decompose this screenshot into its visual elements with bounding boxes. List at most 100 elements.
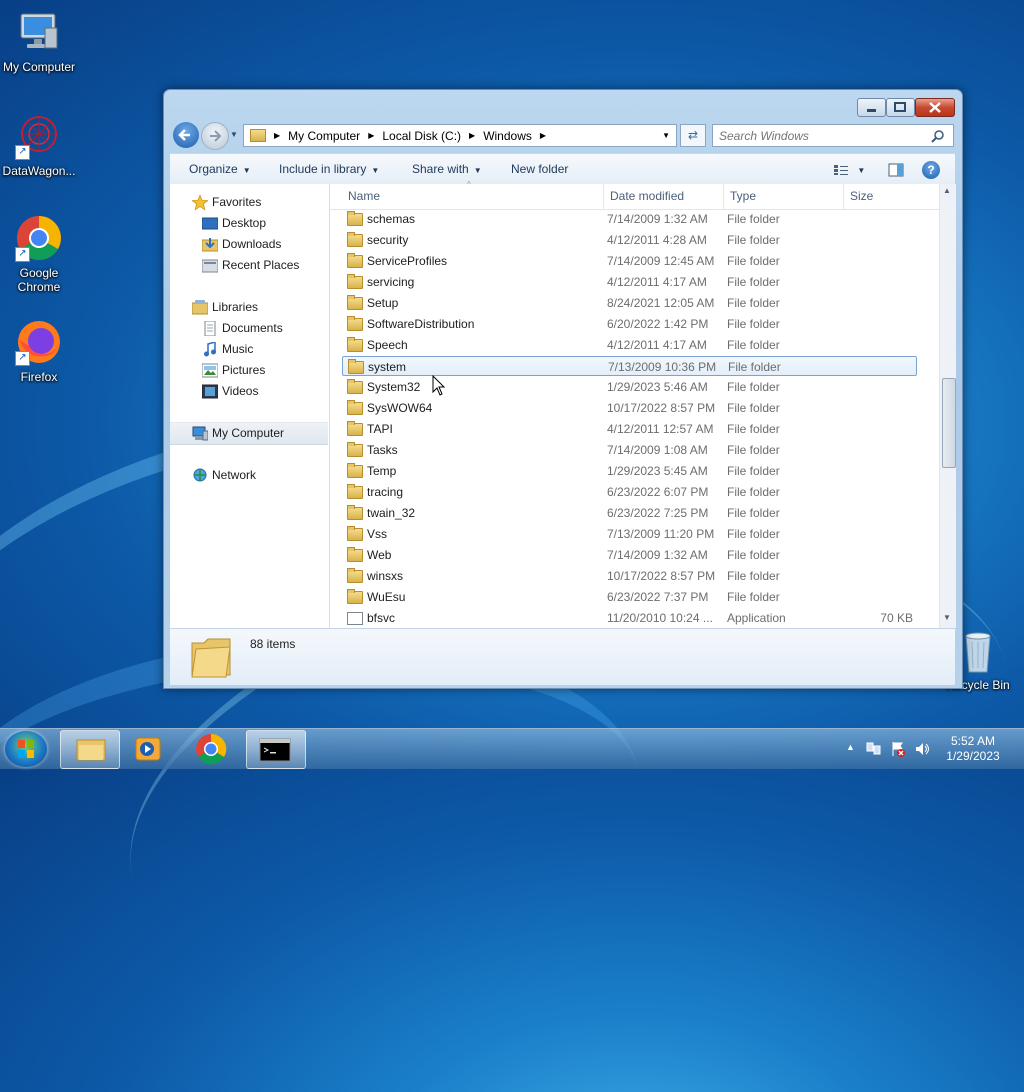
nav-favorites[interactable]: Favorites: [170, 192, 328, 213]
nav-documents[interactable]: Documents: [170, 318, 328, 339]
breadcrumb-local-disk[interactable]: Local Disk (C:): [382, 129, 461, 143]
file-row[interactable]: tracing 6/23/2022 6:07 PM File folder: [342, 482, 917, 502]
file-name: bfsvc: [367, 611, 396, 625]
media-player-icon: [135, 737, 161, 761]
close-button[interactable]: [915, 98, 955, 117]
file-type: File folder: [727, 443, 780, 457]
libraries-icon: [192, 300, 208, 315]
preview-pane-button[interactable]: [888, 154, 904, 185]
vertical-scrollbar[interactable]: ▲ ▼: [939, 184, 956, 628]
file-date: 6/20/2022 1:42 PM: [607, 317, 709, 331]
address-dropdown-icon[interactable]: ▼: [662, 131, 670, 140]
file-row[interactable]: security 4/12/2011 4:28 AM File folder: [342, 230, 917, 250]
system-clock[interactable]: 5:52 AM 1/29/2023: [936, 734, 1010, 764]
file-date: 6/23/2022 7:25 PM: [607, 506, 709, 520]
file-row[interactable]: Speech 4/12/2011 4:17 AM File folder: [342, 335, 917, 355]
file-date: 7/14/2009 12:45 AM: [607, 254, 715, 268]
breadcrumb-windows[interactable]: Windows: [483, 129, 532, 143]
breadcrumb-chevron-icon[interactable]: ▶: [368, 131, 374, 140]
file-type: File folder: [727, 422, 780, 436]
file-row[interactable]: servicing 4/12/2011 4:17 AM File folder: [342, 272, 917, 292]
shortcut-arrow-icon: ↗: [15, 247, 30, 262]
nav-downloads[interactable]: Downloads: [170, 234, 328, 255]
clock-time: 5:52 AM: [950, 734, 996, 748]
forward-button[interactable]: [201, 122, 229, 150]
refresh-button[interactable]: ⇄: [680, 124, 706, 147]
file-row[interactable]: Temp 1/29/2023 5:45 AM File folder: [342, 461, 917, 481]
file-row[interactable]: Tasks 7/14/2009 1:08 AM File folder: [342, 440, 917, 460]
scrollbar-thumb[interactable]: [942, 378, 956, 468]
back-button[interactable]: [173, 122, 199, 148]
file-row[interactable]: System32 1/29/2023 5:46 AM File folder: [342, 377, 917, 397]
file-row[interactable]: schemas 7/14/2009 1:32 AM File folder: [342, 209, 917, 229]
desktop-icon-firefox[interactable]: ↗ Firefox: [0, 318, 81, 384]
file-row[interactable]: SysWOW64 10/17/2022 8:57 PM File folder: [342, 398, 917, 418]
file-row[interactable]: WuEsu 6/23/2022 7:37 PM File folder: [342, 587, 917, 607]
organize-button[interactable]: Organize ▼: [189, 154, 251, 185]
nav-network[interactable]: Network: [170, 465, 328, 486]
taskbar-cmd-button[interactable]: [246, 730, 306, 769]
file-row[interactable]: system 7/13/2009 10:36 PM File folder: [342, 356, 917, 376]
scroll-down-icon[interactable]: ▼: [943, 613, 951, 622]
file-date: 10/17/2022 8:57 PM: [607, 401, 716, 415]
chevron-down-icon: ▼: [371, 166, 380, 175]
taskbar-chrome-button[interactable]: [182, 730, 240, 767]
file-row[interactable]: winsxs 10/17/2022 8:57 PM File folder: [342, 566, 917, 586]
search-box[interactable]: [712, 124, 954, 147]
search-input[interactable]: [713, 127, 931, 144]
file-type: File folder: [727, 212, 780, 226]
volume-icon[interactable]: [914, 741, 930, 757]
new-folder-button[interactable]: New folder: [511, 154, 568, 185]
mouse-cursor-icon: [432, 375, 446, 396]
file-date: 7/14/2009 1:32 AM: [607, 212, 708, 226]
breadcrumb-my-computer[interactable]: My Computer: [288, 129, 360, 143]
nav-desktop[interactable]: Desktop: [170, 213, 328, 234]
file-row[interactable]: Web 7/14/2009 1:32 AM File folder: [342, 545, 917, 565]
file-date: 4/12/2011 4:28 AM: [607, 233, 707, 247]
search-icon[interactable]: [931, 129, 945, 143]
folder-icon: [347, 568, 363, 583]
file-row[interactable]: Vss 7/13/2009 11:20 PM File folder: [342, 524, 917, 544]
show-hidden-icons-icon[interactable]: ▲: [846, 742, 855, 752]
nav-my-computer[interactable]: My Computer: [170, 422, 328, 445]
change-view-button[interactable]: ▼: [833, 154, 865, 185]
file-type: File folder: [727, 569, 780, 583]
column-type[interactable]: Type: [724, 184, 844, 209]
file-type: File folder: [727, 275, 780, 289]
explorer-window[interactable]: ▼ ▶ My Computer ▶ Local Disk (C:) ▶ Wind…: [163, 89, 963, 689]
column-date-modified[interactable]: Date modified: [604, 184, 724, 209]
breadcrumb-chevron-icon[interactable]: ▶: [540, 131, 546, 140]
scroll-up-icon[interactable]: ▲: [943, 186, 951, 195]
address-bar[interactable]: ▶ My Computer ▶ Local Disk (C:) ▶ Window…: [243, 124, 677, 147]
recent-pages-icon[interactable]: ▼: [230, 130, 238, 139]
action-center-flag-icon[interactable]: [890, 741, 906, 757]
breadcrumb-chevron-icon[interactable]: ▶: [469, 131, 475, 140]
nav-pictures[interactable]: Pictures: [170, 360, 328, 381]
help-icon[interactable]: ?: [922, 161, 940, 179]
nav-recent-places[interactable]: Recent Places: [170, 255, 328, 276]
file-row[interactable]: ServiceProfiles 7/14/2009 12:45 AM File fo…: [342, 251, 917, 271]
view-list-icon: [834, 164, 848, 175]
file-row[interactable]: Setup 8/24/2021 12:05 AM File folder: [342, 293, 917, 313]
taskbar-media-player-button[interactable]: [120, 730, 178, 767]
file-row[interactable]: SoftwareDistribution 6/20/2022 1:42 PM Fil…: [342, 314, 917, 334]
column-size[interactable]: Size: [844, 184, 939, 209]
start-button[interactable]: [5, 731, 47, 767]
file-row[interactable]: TAPI 4/12/2011 12:57 AM File folder: [342, 419, 917, 439]
maximize-button[interactable]: [886, 98, 915, 117]
nav-music[interactable]: Music: [170, 339, 328, 360]
nav-libraries[interactable]: Libraries: [170, 297, 328, 318]
file-row[interactable]: twain_32 6/23/2022 7:25 PM File folder: [342, 503, 917, 523]
desktop-icon-my-computer[interactable]: My Computer: [0, 8, 81, 74]
large-folder-icon: [191, 638, 231, 678]
minimize-button[interactable]: [857, 98, 886, 117]
desktop-icon-google-chrome[interactable]: ↗ Google Chrome: [0, 214, 81, 294]
taskbar-explorer-button[interactable]: [60, 730, 120, 769]
desktop-icon-datawagon[interactable]: ↗ DataWagon...: [0, 112, 81, 178]
file-row[interactable]: bfsvc 11/20/2010 10:24 ... Application 70 K…: [342, 608, 917, 628]
network-tray-icon[interactable]: [866, 741, 882, 757]
share-with-button[interactable]: Share with ▼: [412, 154, 482, 185]
include-in-library-button[interactable]: Include in library ▼: [279, 154, 379, 185]
nav-videos[interactable]: Videos: [170, 381, 328, 402]
folder-icon: [347, 316, 363, 331]
